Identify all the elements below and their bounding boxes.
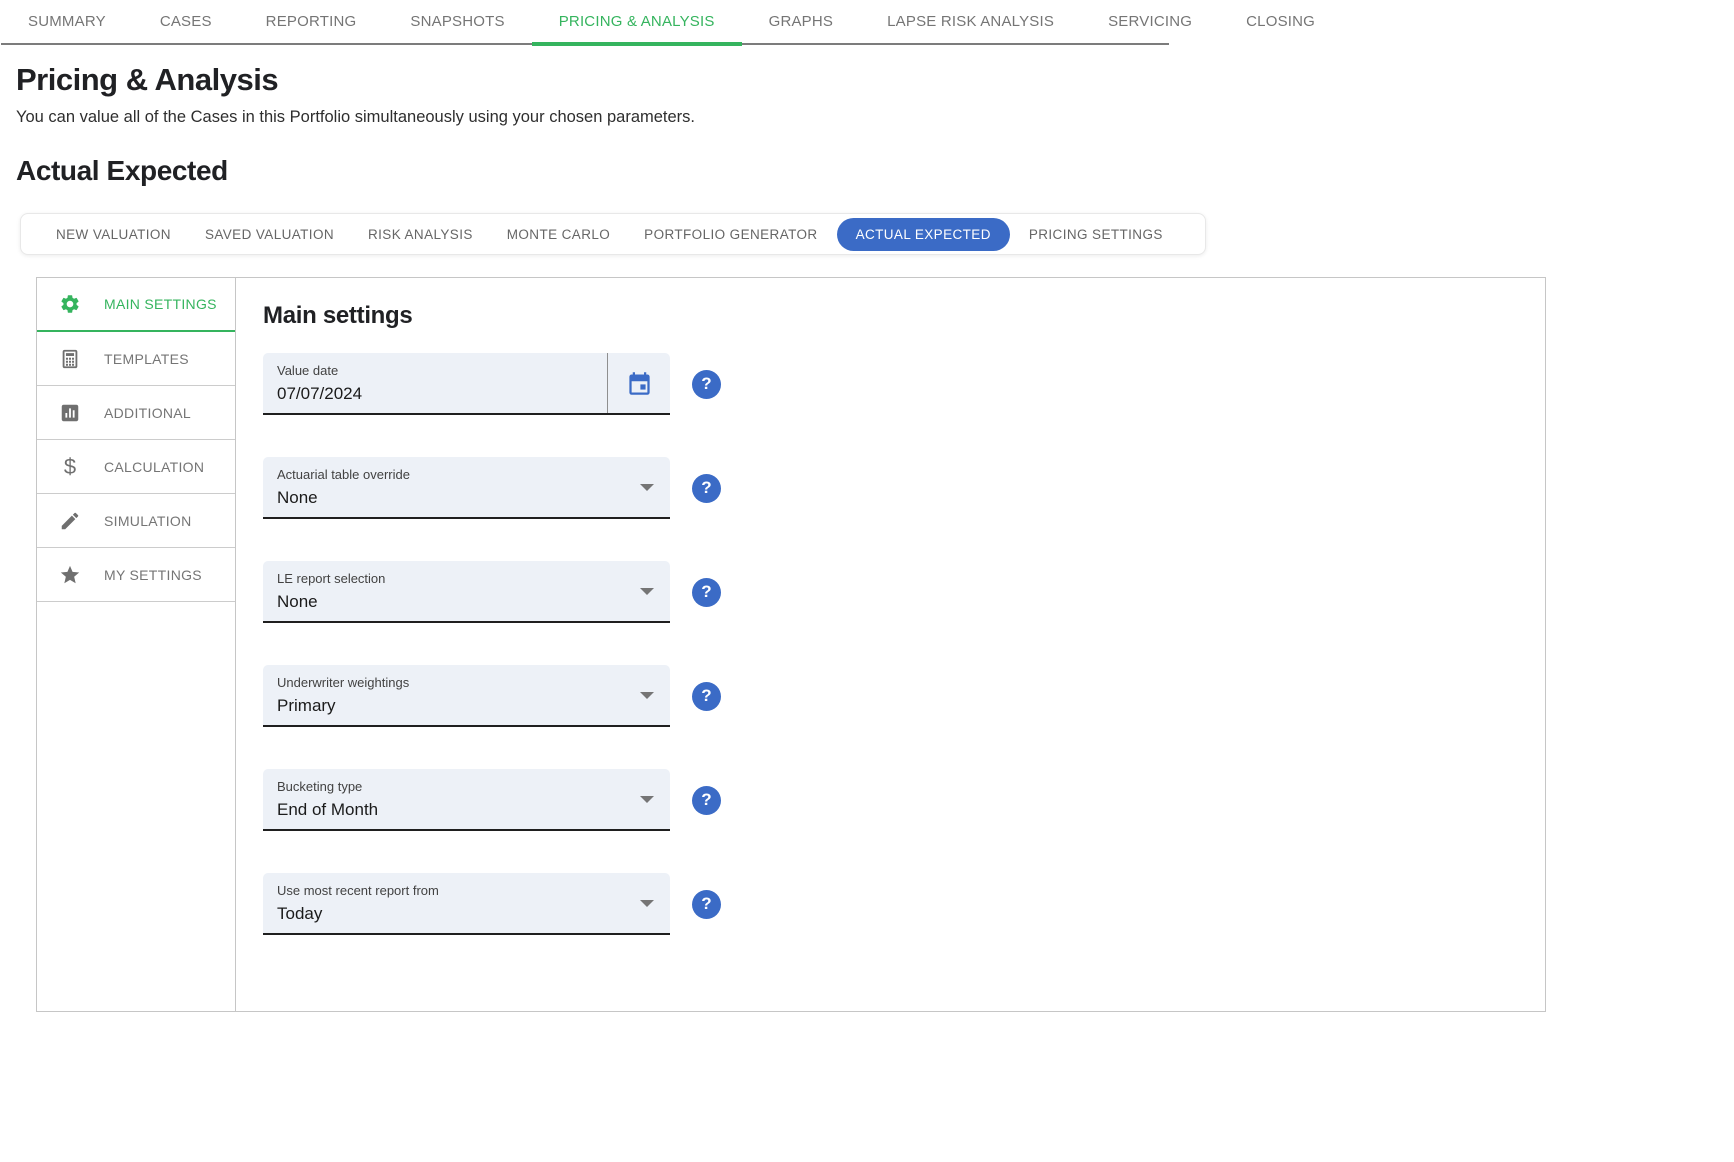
nav-tab-closing[interactable]: CLOSING (1219, 0, 1342, 43)
sidebar-item-label: MY SETTINGS (104, 567, 202, 583)
field-value: None (277, 488, 670, 508)
field-text: LE report selection None (263, 561, 670, 621)
chevron-down-icon (640, 588, 654, 595)
field-value: Primary (277, 696, 670, 716)
field-label: Actuarial table override (277, 467, 670, 482)
sidebar-item-my-settings[interactable]: MY SETTINGS (37, 548, 235, 602)
field-use-most-recent-report-from[interactable]: Use most recent report from Today (263, 873, 670, 935)
pencil-icon (59, 510, 81, 532)
chevron-down-icon (640, 900, 654, 907)
sidebar-item-label: MAIN SETTINGS (104, 296, 217, 312)
tab-new-valuation[interactable]: NEW VALUATION (39, 218, 188, 251)
field-row: Actuarial table override None? (263, 457, 1545, 519)
nav-tab-summary[interactable]: SUMMARY (1, 0, 133, 43)
field-text: Value date 07/07/2024 (263, 353, 607, 413)
chevron-down-icon (640, 796, 654, 803)
tab-saved-valuation[interactable]: SAVED VALUATION (188, 218, 351, 251)
field-text: Underwriter weightings Primary (263, 665, 670, 725)
settings-content: Main settings Value date07/07/2024?Actua… (236, 278, 1545, 1011)
settings-panel: MAIN SETTINGS TEMPLATES ADDITIONAL $ CALCULA… (36, 277, 1546, 1012)
tab-monte-carlo[interactable]: MONTE CARLO (490, 218, 627, 251)
help-icon[interactable]: ? (692, 578, 721, 607)
field-value: End of Month (277, 800, 670, 820)
sidebar-item-calculation[interactable]: $ CALCULATION (37, 440, 235, 494)
field-row: Bucketing type End of Month? (263, 769, 1545, 831)
sidebar-item-label: ADDITIONAL (104, 405, 191, 421)
sidebar-item-main-settings[interactable]: MAIN SETTINGS (37, 278, 235, 332)
gear-icon (59, 293, 81, 315)
calculator-icon (59, 348, 81, 370)
section-title: Actual Expected (16, 155, 1734, 187)
field-row: Underwriter weightings Primary? (263, 665, 1545, 727)
field-label: LE report selection (277, 571, 670, 586)
help-icon[interactable]: ? (692, 474, 721, 503)
field-value: None (277, 592, 670, 612)
sidebar-item-label: CALCULATION (104, 459, 204, 475)
nav-tab-snapshots[interactable]: SNAPSHOTS (383, 0, 531, 43)
chevron-down-icon (640, 692, 654, 699)
field-value: Today (277, 904, 670, 924)
page-title: Pricing & Analysis (16, 62, 1734, 98)
field-actuarial-table-override[interactable]: Actuarial table override None (263, 457, 670, 519)
help-icon[interactable]: ? (692, 682, 721, 711)
top-nav: SUMMARYCASESREPORTINGSNAPSHOTSPRICING & … (1, 0, 1169, 45)
nav-tab-lapse-risk-analysis[interactable]: LAPSE RISK ANALYSIS (860, 0, 1081, 43)
sidebar-item-additional[interactable]: ADDITIONAL (37, 386, 235, 440)
field-label: Bucketing type (277, 779, 670, 794)
sidebar-item-simulation[interactable]: SIMULATION (37, 494, 235, 548)
field-label: Use most recent report from (277, 883, 670, 898)
sidebar-item-label: SIMULATION (104, 513, 192, 529)
nav-tab-pricing-analysis[interactable]: PRICING & ANALYSIS (532, 0, 742, 43)
calendar-button[interactable] (608, 353, 670, 413)
field-value-date[interactable]: Value date 07/07/2024 (263, 353, 670, 415)
tab-pricing-settings[interactable]: PRICING SETTINGS (1012, 218, 1180, 251)
sidebar-item-label: TEMPLATES (104, 351, 189, 367)
star-icon (59, 564, 81, 586)
valuation-tab-bar: NEW VALUATIONSAVED VALUATIONRISK ANALYSI… (20, 213, 1206, 255)
help-icon[interactable]: ? (692, 370, 721, 399)
sidebar-item-templates[interactable]: TEMPLATES (37, 332, 235, 386)
field-underwriter-weightings[interactable]: Underwriter weightings Primary (263, 665, 670, 727)
calendar-icon (626, 370, 653, 397)
settings-sidebar: MAIN SETTINGS TEMPLATES ADDITIONAL $ CALCULA… (37, 278, 236, 1011)
field-text: Actuarial table override None (263, 457, 670, 517)
field-text: Bucketing type End of Month (263, 769, 670, 829)
field-label: Underwriter weightings (277, 675, 670, 690)
help-icon[interactable]: ? (692, 786, 721, 815)
help-icon[interactable]: ? (692, 890, 721, 919)
nav-tab-graphs[interactable]: GRAPHS (742, 0, 861, 43)
fields-list: Value date07/07/2024?Actuarial table ove… (263, 353, 1545, 935)
field-label: Value date (277, 363, 607, 378)
field-row: Value date 07/07/2024? (263, 353, 1545, 415)
chevron-down-icon (640, 484, 654, 491)
dollar-icon: $ (59, 456, 81, 478)
field-value: 07/07/2024 (277, 384, 607, 404)
field-row: Use most recent report from Today? (263, 873, 1545, 935)
field-text: Use most recent report from Today (263, 873, 670, 933)
content-heading: Main settings (263, 302, 1545, 330)
page-subtitle: You can value all of the Cases in this P… (16, 108, 1734, 127)
tab-portfolio-generator[interactable]: PORTFOLIO GENERATOR (627, 218, 834, 251)
nav-tab-reporting[interactable]: REPORTING (239, 0, 384, 43)
nav-tab-cases[interactable]: CASES (133, 0, 239, 43)
field-bucketing-type[interactable]: Bucketing type End of Month (263, 769, 670, 831)
nav-tab-servicing[interactable]: SERVICING (1081, 0, 1219, 43)
field-row: LE report selection None? (263, 561, 1545, 623)
tab-risk-analysis[interactable]: RISK ANALYSIS (351, 218, 490, 251)
bar-chart-icon (59, 402, 81, 424)
field-le-report-selection[interactable]: LE report selection None (263, 561, 670, 623)
tab-actual-expected[interactable]: ACTUAL EXPECTED (837, 218, 1010, 251)
